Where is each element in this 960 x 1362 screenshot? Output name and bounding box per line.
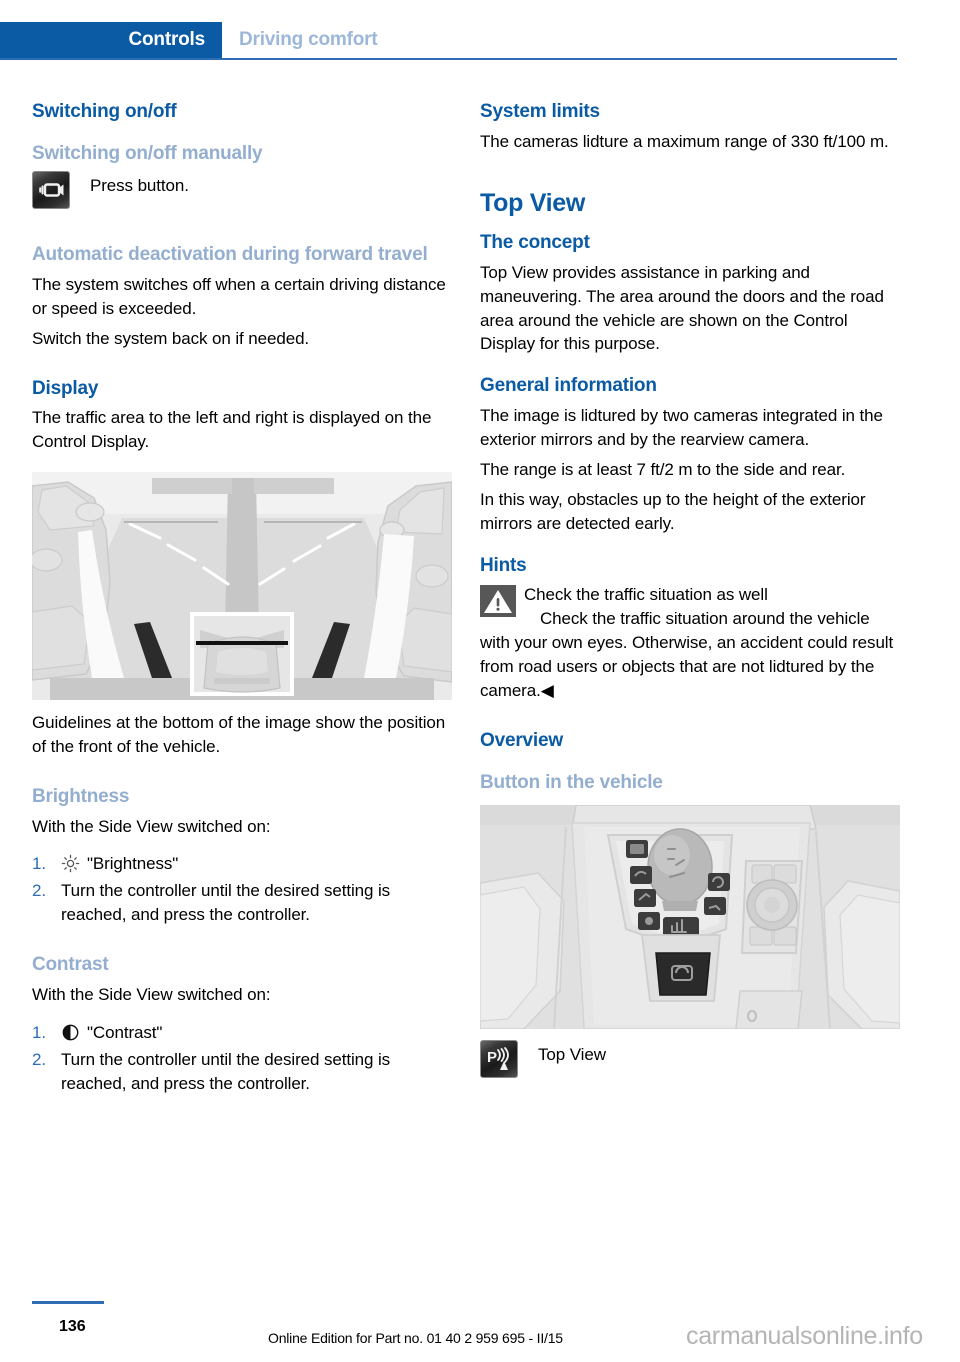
contrast-steps-list: 1. "Contrast" 2. Turn the controller unt… — [32, 1021, 452, 1096]
list-item: 2. Turn the controller until the desired… — [32, 1048, 452, 1096]
press-button-row: Press button. — [32, 171, 452, 210]
para-brightness-intro: With the Side View switched on: — [32, 816, 271, 836]
subheading-brightness: Brightness — [32, 785, 130, 807]
subheading-auto-deactivation: Automatic deactivation during forward tr… — [32, 244, 428, 266]
para-general-2: The range is at least 7 ft/2 m to the si… — [480, 459, 846, 479]
list-item: 1. "Brightness" — [32, 852, 452, 876]
footer-divider — [32, 1301, 104, 1304]
para-auto-deactivation-1: The system switches off when a certain d… — [32, 274, 446, 318]
step-label: Turn the controller until the desired se… — [61, 1049, 391, 1093]
step-text: "Brightness" — [61, 852, 452, 876]
heading-switching-on-off: Switching on/off — [32, 101, 177, 122]
heading-overview: Overview — [480, 730, 563, 752]
para-system-limits: The cameras lidture a maximum range of 3… — [480, 131, 889, 151]
header-divider — [0, 58, 897, 60]
heading-system-limits: System limits — [480, 101, 600, 122]
side-view-camera-button-icon — [32, 171, 70, 210]
para-guidelines: Guidelines at the bottom of the image sh… — [32, 713, 446, 756]
para-auto-deactivation-2: Switch the system back on if needed. — [32, 328, 310, 348]
breadcrumb-tab-controls[interactable]: Controls — [0, 22, 222, 58]
para-general-1: The image is lidtured by two cameras int… — [480, 405, 883, 449]
subheading-contrast: Contrast — [32, 954, 109, 976]
right-column: System limits The cameras lidture a maxi… — [480, 100, 900, 1079]
sun-icon — [61, 854, 80, 873]
step-label: Turn the controller until the desired se… — [61, 881, 391, 925]
heading-hints: Hints — [480, 554, 527, 576]
center-console-illustration-graphic — [480, 805, 900, 1030]
hint-title: Check the traffic situation as well — [524, 585, 768, 605]
side-view-illustration-graphic — [32, 472, 452, 701]
left-column: Switching on/off Switching on/off manual… — [32, 100, 452, 1096]
hint-warning-block: Check the traffic situation as well Chec… — [480, 583, 900, 703]
step-label: "Contrast" — [87, 1022, 163, 1042]
para-general-3: In this way, obstacles up to the height … — [480, 489, 866, 533]
figure-side-view-display — [32, 472, 452, 701]
top-view-button-label: Top View — [538, 1045, 606, 1065]
edition-notice: Online Edition for Part no. 01 40 2 959 … — [268, 1330, 563, 1346]
step-number: 1. — [32, 1022, 46, 1042]
list-item: 2. Turn the controller until the desired… — [32, 879, 452, 927]
heading-the-concept: The concept — [480, 232, 590, 254]
list-item: 1. "Contrast" — [32, 1021, 452, 1045]
contrast-circle-icon — [61, 1023, 80, 1042]
page-header: Controls Driving comfort — [0, 22, 960, 60]
step-text: "Contrast" — [61, 1021, 452, 1045]
breadcrumb-tab-driving-comfort[interactable]: Driving comfort — [239, 22, 378, 58]
para-contrast-intro: With the Side View switched on: — [32, 984, 271, 1004]
chapter-title-top-view: Top View — [480, 188, 586, 217]
site-watermark: carmanualsonline.info — [686, 1322, 923, 1350]
para-concept: Top View provides assistance in parking … — [480, 262, 884, 354]
step-number: 1. — [32, 854, 46, 874]
step-number: 2. — [32, 1049, 46, 1069]
top-view-button-row: P Top View — [480, 1040, 900, 1079]
subheading-button-in-vehicle: Button in the vehicle — [480, 771, 663, 793]
figure-center-console — [480, 805, 900, 1030]
heading-display: Display — [32, 377, 99, 399]
subheading-switching-manually: Switching on/off manually — [32, 142, 263, 164]
top-view-parking-button-icon: P — [480, 1040, 518, 1079]
step-label: "Brightness" — [87, 854, 179, 874]
svg-text:P: P — [487, 1049, 497, 1066]
step-number: 2. — [32, 881, 46, 901]
brightness-steps-list: 1. "Brightness" 2. Turn the controller u… — [32, 852, 452, 927]
heading-general-information: General information — [480, 375, 657, 397]
page-number: 136 — [59, 1318, 86, 1335]
warning-triangle-icon — [480, 585, 516, 618]
hint-body: Check the traffic situation around the v… — [480, 609, 894, 701]
para-display: The traffic area to the left and right i… — [32, 408, 432, 452]
press-button-label: Press button. — [90, 176, 189, 196]
